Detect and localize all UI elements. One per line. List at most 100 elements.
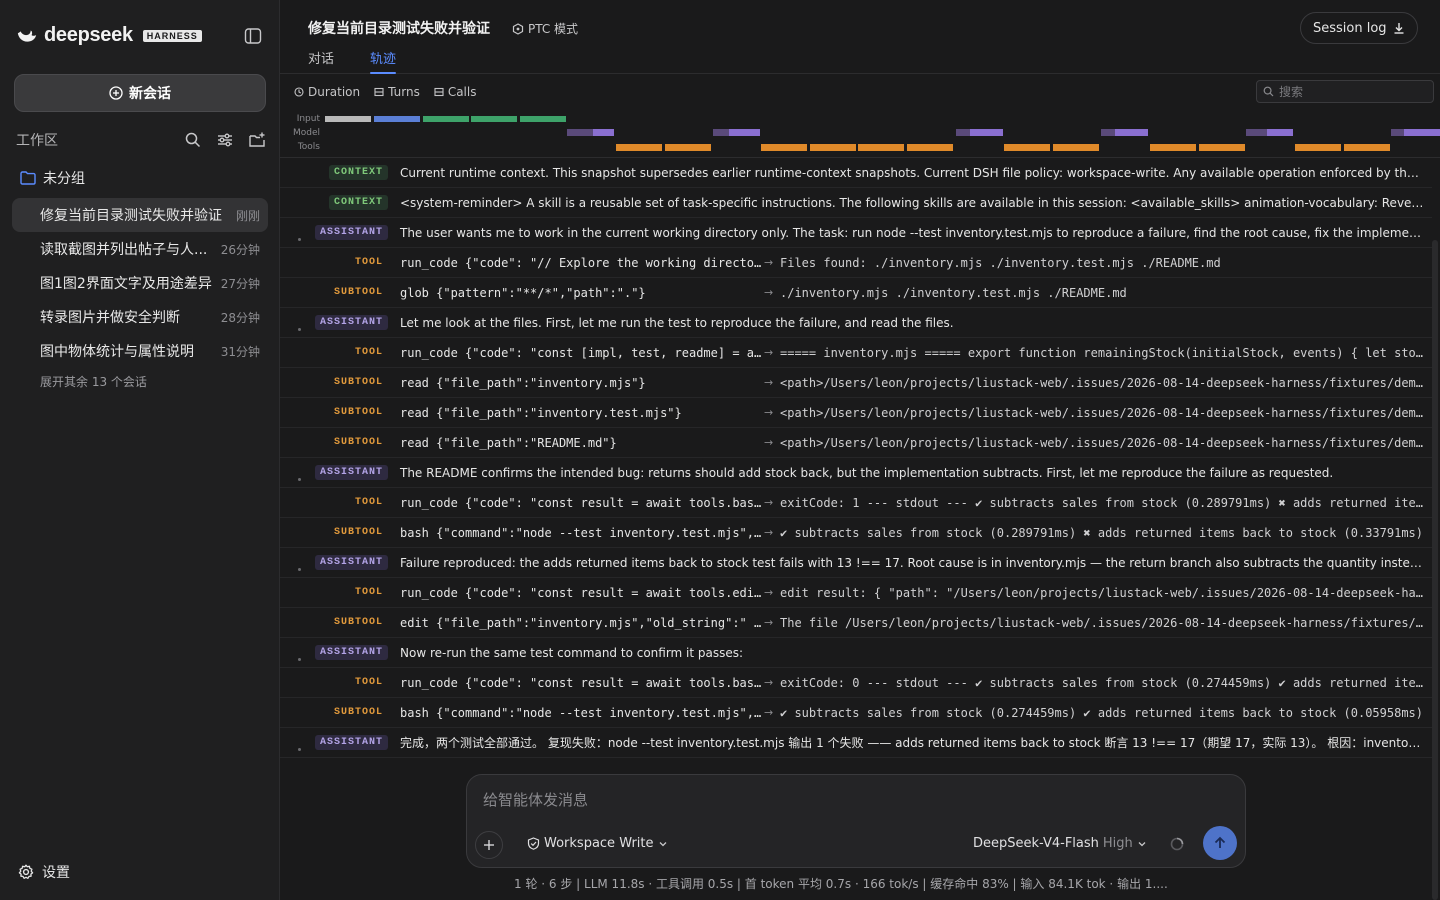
session-item[interactable]: 读取截图并列出帖子与人... 26分钟 [12,232,268,266]
trace-row-subtool[interactable]: SUBTOOL read {"file_path":"inventory.test… [280,398,1432,428]
session-title: 图中物体统计与属性说明 [40,344,194,360]
trace-search[interactable] [1256,80,1434,103]
trace-row-tool[interactable]: TOOL run_code {"code": "// Explore the wo… [280,248,1432,278]
trace-row-subtool[interactable]: SUBTOOL bash {"command":"node --test inve… [280,518,1432,548]
turn-marker [298,478,301,481]
tool-result: ✔ subtracts sales from stock (0.274459ms… [780,705,1423,720]
timeline-bar-model [593,129,614,136]
attach-button[interactable] [475,831,503,859]
turn-marker [298,658,301,661]
timeline-bar-model [1391,129,1404,136]
row-text: Let me look at the files. First, let me … [400,315,954,330]
trace-row-tool[interactable]: TOOL run_code {"code": "const [impl, test… [280,338,1432,368]
trace-row-subtool[interactable]: SUBTOOL edit {"file_path":"inventory.mjs"… [280,608,1432,638]
trace-row-subtool[interactable]: SUBTOOL read {"file_path":"inventory.mjs"… [280,368,1432,398]
timeline-bar-model [1267,129,1293,136]
session-log-button[interactable]: Session log [1300,12,1418,44]
arrow-right-icon: → [764,436,774,449]
filter-sliders-icon[interactable] [216,131,234,149]
arrow-right-icon: → [764,256,774,269]
loading-spinner-icon [1170,837,1184,851]
settings-button[interactable]: 设置 [18,862,70,882]
calls-toggle[interactable]: Calls [434,85,477,99]
trace-row-assistant[interactable]: ASSISTANT Failure reproduced: the adds re… [280,548,1432,578]
mode-label: PTC 模式 [528,22,579,36]
permission-label: Workspace Write [544,836,654,851]
timeline-bar-model [567,129,593,136]
calls-label: Calls [447,85,477,99]
timeline-bar-tool [907,144,953,151]
timeline-bar-tool [1344,144,1390,151]
session-item[interactable]: 转录图片并做安全判断 28分钟 [12,300,268,334]
trace-row-assistant[interactable]: ASSISTANT Now re-run the same test comman… [280,638,1432,668]
session-item[interactable]: 修复当前目录测试失败并验证 刚刚 [12,198,268,232]
group-ungrouped[interactable]: 未分组 [20,168,85,188]
row-kind-badge: CONTEXT [328,195,388,210]
turns-toggle[interactable]: Turns [374,85,420,99]
arrow-right-icon: → [764,376,774,389]
brand[interactable]: deepseek HARNESS [16,24,202,47]
send-button[interactable] [1203,826,1237,860]
trace-list: CONTEXT Current runtime context. This sna… [280,158,1432,758]
tool-result: ===== inventory.mjs ===== export functio… [780,345,1432,360]
timeline-bar-input [374,116,420,122]
session-time: 26分钟 [220,242,260,257]
tool-call: run_code {"code": "const result = await … [400,675,764,690]
turn-marker [298,748,301,751]
trace-scrollbar[interactable] [1432,240,1438,900]
duration-label: Duration [308,85,361,99]
session-time: 31分钟 [220,344,260,359]
trace-row-context[interactable]: CONTEXT Current runtime context. This sna… [280,158,1432,188]
mode-indicator[interactable]: PTC 模式 [512,20,578,37]
duration-toggle[interactable]: Duration [294,85,360,99]
trace-row-assistant[interactable]: ASSISTANT Let me look at the files. First… [280,308,1432,338]
brand-name: deepseek [44,24,133,46]
tool-result: Files found: ./inventory.mjs ./inventory… [780,255,1221,270]
trace-row-subtool[interactable]: SUBTOOL read {"file_path":"README.md"} → <p… [280,428,1432,458]
expand-sessions-link[interactable]: 展开其余 13 个会话 [40,373,147,390]
page-title: 修复当前目录测试失败并验证 [308,21,490,37]
trace-row-subtool[interactable]: SUBTOOL glob {"pattern":"**/*","path":"."… [280,278,1432,308]
settings-label: 设置 [42,865,70,881]
row-kind-badge: SUBTOOL [333,527,383,538]
trace-row-subtool[interactable]: SUBTOOL bash {"command":"node --test inve… [280,698,1432,728]
tab-conversation[interactable]: 对话 [308,48,334,74]
trace-row-tool[interactable]: TOOL run_code {"code": "const result = aw… [280,668,1432,698]
tab-trace[interactable]: 轨迹 [370,48,397,74]
trace-row-tool[interactable]: TOOL run_code {"code": "const result = aw… [280,488,1432,518]
row-kind-badge: ASSISTANT [314,315,388,330]
timeline-bar-model [1101,129,1115,136]
row-kind-badge: ASSISTANT [314,555,388,570]
new-chat-button[interactable]: 新会话 [14,74,266,112]
session-item[interactable]: 图中物体统计与属性说明 31分钟 [12,334,268,368]
timeline-bar-model [1246,129,1267,136]
tool-call: bash {"command":"node --test inventory.t… [400,705,764,720]
session-title: 图1图2界面文字及用途差异 [40,276,212,292]
message-input[interactable] [483,789,1223,813]
tool-call: read {"file_path":"inventory.test.mjs"} [400,405,682,420]
trace-row-assistant[interactable]: ASSISTANT 完成，两个测试全部通过。 复现失败：node --test i… [280,728,1432,758]
arrow-right-icon: → [764,676,774,689]
session-time: 27分钟 [220,276,260,291]
tool-result: <path>/Users/leon/projects/liustack-web/… [780,435,1432,450]
permission-dropdown[interactable]: Workspace Write [527,836,668,851]
timeline-bar-model [713,129,729,136]
chevron-down-icon [659,841,666,846]
timeline-bar-tool [616,144,662,151]
timeline-bar-input [423,116,469,122]
trace-row-assistant[interactable]: ASSISTANT The README confirms the intende… [280,458,1432,488]
new-folder-icon[interactable] [248,131,266,149]
trace-row-context[interactable]: CONTEXT <system-reminder> A skill is a re… [280,188,1432,218]
sidebar-toggle-icon[interactable] [244,27,262,45]
model-dropdown[interactable]: DeepSeek-V4-Flash High [973,836,1147,851]
arrow-right-icon: → [764,586,774,599]
timeline-bar-tool [1295,144,1341,151]
trace-search-input[interactable] [1279,84,1419,99]
tool-call: run_code {"code": "// Explore the workin… [400,255,764,270]
timeline-bar-tool [1150,144,1196,151]
trace-row-assistant[interactable]: ASSISTANT The user wants me to work in th… [280,218,1432,248]
tool-result: edit result: { "path": "/Users/leon/proj… [780,585,1432,600]
trace-row-tool[interactable]: TOOL run_code {"code": "const result = aw… [280,578,1432,608]
session-item[interactable]: 图1图2界面文字及用途差异 27分钟 [12,266,268,300]
search-icon[interactable] [184,131,202,149]
